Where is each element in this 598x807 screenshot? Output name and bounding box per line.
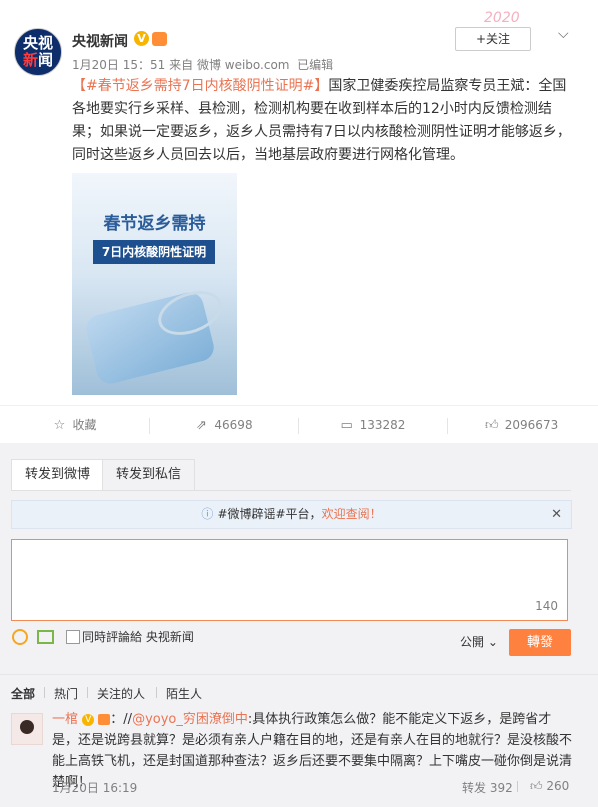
mention-link[interactable]: @yoyo_穷困潦倒中 bbox=[132, 712, 248, 727]
post-source[interactable]: 微博 weibo.com bbox=[197, 58, 290, 72]
filter-strangers[interactable]: 陌生人 bbox=[166, 685, 202, 702]
visibility-label: 公開 bbox=[460, 635, 485, 649]
comment-date: 1月20日 16:19 bbox=[52, 781, 138, 795]
repost-button[interactable]: ⇗ 46698 bbox=[149, 406, 298, 444]
comment-prefix: ：// bbox=[110, 712, 133, 727]
info-icon: ⓘ bbox=[201, 507, 214, 521]
also-comment-checkbox[interactable] bbox=[66, 630, 80, 644]
chevron-down-icon[interactable]: ⌵ bbox=[558, 26, 569, 42]
tab-repost-weibo[interactable]: 转发到微博 bbox=[11, 459, 105, 490]
divider bbox=[87, 687, 88, 698]
comment-icon: ▭ bbox=[340, 418, 353, 433]
favorite-label: 收藏 bbox=[72, 418, 97, 432]
weibo-post-card: 2020 央视 新闻 央视新闻 V 1月20日 15：51 来自 微博 weib… bbox=[0, 0, 598, 807]
like-count: 2096673 bbox=[504, 418, 559, 432]
verified-icon: V bbox=[82, 713, 95, 726]
thumbs-up-icon: 👍︎ bbox=[530, 779, 543, 793]
close-icon[interactable]: ✕ bbox=[551, 501, 562, 528]
filter-all[interactable]: 全部 bbox=[11, 685, 35, 702]
image-title: 春节返乡需持 bbox=[103, 214, 206, 234]
post-time[interactable]: 1月20日 15：51 bbox=[72, 58, 165, 72]
tab-repost-private[interactable]: 转发到私信 bbox=[102, 459, 196, 491]
notice-link[interactable]: 欢迎查阅！ bbox=[322, 507, 382, 521]
divider bbox=[0, 674, 598, 675]
rumor-notice: ⓘ #微博辟谣#平台，欢迎查阅！ ✕ bbox=[11, 500, 572, 529]
medal-icon bbox=[98, 714, 111, 725]
comment-like-count: 260 bbox=[546, 779, 570, 793]
post-image[interactable]: 春节返乡需持 7日内核酸阴性证明 bbox=[72, 173, 237, 395]
face-icon bbox=[20, 720, 34, 734]
source-prefix: 来自 bbox=[169, 58, 194, 72]
edited-label[interactable]: 已编辑 bbox=[297, 58, 333, 72]
favorite-button[interactable]: ☆ 收藏 bbox=[0, 406, 149, 444]
commenter-name[interactable]: 一棺 bbox=[52, 712, 78, 727]
char-counter: 140 bbox=[535, 599, 558, 613]
notice-text: #微博辟谣#平台， bbox=[217, 507, 322, 521]
watermark: 2020 bbox=[484, 10, 520, 26]
post-text: 【#春节返乡需持7日内核酸阴性证明#】国家卫健委疾控局监察专员王斌：全国各地要实… bbox=[72, 75, 578, 167]
follow-button[interactable]: +关注 bbox=[455, 27, 531, 51]
image-subtitle: 7日内核酸阴性证明 bbox=[93, 240, 215, 264]
filter-hot[interactable]: 热门 bbox=[54, 685, 78, 702]
action-bar: ☆ 收藏 ⇗ 46698 ▭ 133282 👍︎ 2096673 bbox=[0, 405, 598, 444]
repost-submit-button[interactable]: 轉發 bbox=[509, 629, 571, 656]
post-hashtag[interactable]: 【#春节返乡需持7日内核酸阴性证明#】 bbox=[72, 78, 328, 94]
avatar[interactable]: 央视 新闻 bbox=[14, 28, 62, 76]
like-button[interactable]: 👍︎ 2096673 bbox=[447, 406, 596, 444]
comment-repost-button[interactable]: 转发 392 bbox=[462, 779, 513, 796]
comment-button[interactable]: ▭ 133282 bbox=[298, 406, 447, 444]
repost-icon: ⇗ bbox=[195, 418, 207, 433]
divider bbox=[517, 781, 518, 792]
repost-textarea[interactable]: 140 bbox=[11, 539, 568, 621]
comment-count: 133282 bbox=[359, 418, 406, 432]
medal-icon bbox=[152, 32, 167, 46]
avatar-text-3: 闻 bbox=[38, 51, 54, 69]
avatar-text-1: 央视 bbox=[22, 34, 53, 52]
emoji-icon[interactable] bbox=[12, 629, 28, 645]
avatar-text-2: 新 bbox=[22, 51, 38, 69]
thumbs-up-icon: 👍︎ bbox=[484, 418, 499, 433]
tab-underline bbox=[11, 490, 571, 491]
image-icon[interactable] bbox=[37, 630, 54, 644]
verified-icon: V bbox=[134, 31, 149, 46]
visibility-select[interactable]: 公開 ⌄ bbox=[460, 633, 498, 650]
chevron-down-icon: ⌄ bbox=[487, 635, 498, 649]
filter-following[interactable]: 关注的人 bbox=[97, 685, 145, 702]
author-name[interactable]: 央视新闻 bbox=[72, 31, 128, 51]
commenter-avatar[interactable] bbox=[11, 713, 43, 745]
star-icon: ☆ bbox=[53, 418, 66, 433]
repost-panel: 转发到微博 转发到私信 ⓘ #微博辟谣#平台，欢迎查阅！ ✕ 140 同時評論給 … bbox=[0, 443, 598, 807]
comment-like-button[interactable]: 👍︎ 260 bbox=[530, 779, 569, 794]
divider bbox=[156, 687, 157, 698]
divider bbox=[44, 687, 45, 698]
post-meta: 1月20日 15：51 来自 微博 weibo.com 已编辑 bbox=[72, 56, 333, 73]
repost-count: 46698 bbox=[214, 418, 253, 432]
also-comment-label: 同時評論給 央视新闻 bbox=[82, 630, 194, 644]
